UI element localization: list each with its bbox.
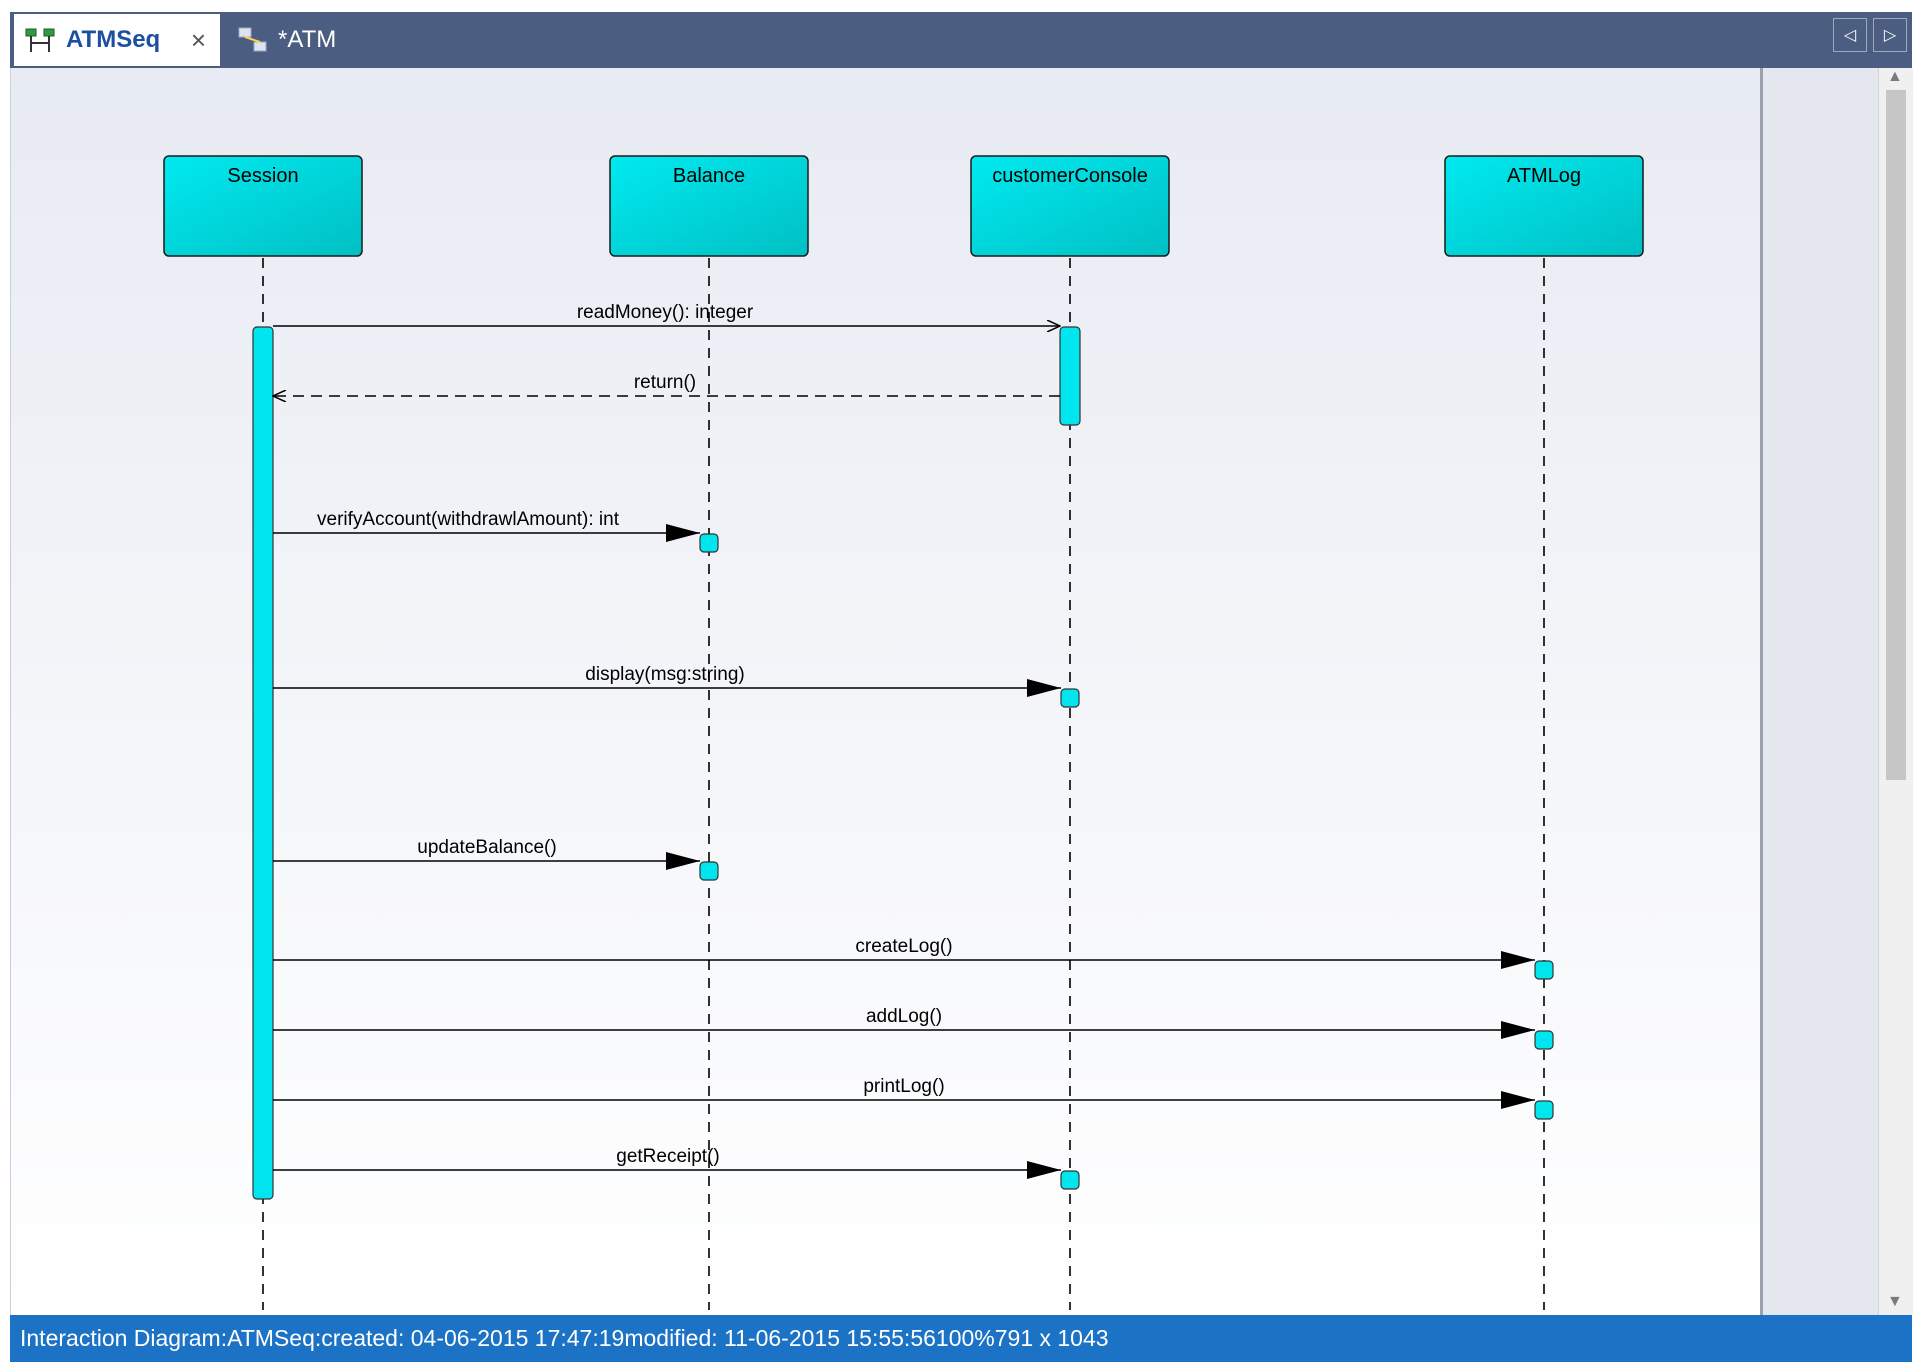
lifeline-session[interactable]: Session — [163, 155, 363, 257]
message-createlog[interactable]: createLog() — [273, 936, 1535, 969]
lifeline-label: customerConsole — [992, 165, 1148, 187]
activation-box[interactable] — [1534, 1100, 1554, 1120]
activation-box[interactable] — [1060, 688, 1080, 708]
status-modified: modified: 11-06-2015 15:55:56 — [624, 1325, 936, 1351]
message-getreceipt[interactable]: getReceipt() — [273, 1146, 1061, 1179]
activation-bar-customerconsole[interactable] — [1059, 326, 1081, 426]
lifeline-atmlog[interactable]: ATMLog — [1444, 155, 1644, 257]
activation-box[interactable] — [699, 861, 719, 881]
lifeline-label: ATMLog — [1507, 165, 1581, 187]
message-addlog[interactable]: addLog() — [273, 1006, 1535, 1039]
activation-bar-session[interactable] — [252, 326, 274, 1200]
message-readmoney[interactable]: readMoney(): integer — [273, 302, 1060, 326]
message-label: display(msg:string) — [585, 664, 744, 685]
message-label: readMoney(): integer — [577, 302, 754, 323]
message-label: verifyAccount(withdrawlAmount): int — [317, 509, 620, 530]
message-label: return() — [634, 372, 696, 393]
lifeline-label: Session — [227, 165, 298, 187]
status-size: 791 x 1043 — [994, 1325, 1109, 1351]
message-display[interactable]: display(msg:string) — [273, 664, 1061, 697]
message-label: printLog() — [863, 1076, 944, 1097]
message-updatebalance[interactable]: updateBalance() — [273, 837, 700, 870]
status-created: created: 04-06-2015 17:47:19 — [321, 1325, 625, 1351]
message-label: addLog() — [866, 1006, 942, 1027]
activation-box[interactable] — [1534, 960, 1554, 980]
message-label: getReceipt() — [616, 1146, 720, 1167]
message-label: updateBalance() — [417, 837, 556, 858]
status-diagram: Interaction Diagram:ATMSeq: — [20, 1325, 322, 1351]
activation-box[interactable] — [1534, 1030, 1554, 1050]
status-bar: Interaction Diagram:ATMSeq: created: 04-… — [10, 1315, 1912, 1362]
sequence-diagram: Session Balance customerConsole ATMLog r… — [163, 155, 1644, 1310]
message-return[interactable]: return() — [273, 372, 1060, 396]
lifeline-label: Balance — [673, 165, 745, 187]
lifeline-balance[interactable]: Balance — [609, 155, 809, 257]
status-zoom: 100% — [935, 1325, 995, 1351]
message-verifyaccount[interactable]: verifyAccount(withdrawlAmount): int — [273, 509, 700, 542]
activation-box[interactable] — [1060, 1170, 1080, 1190]
activation-box[interactable] — [699, 533, 719, 553]
message-label: createLog() — [855, 936, 952, 957]
lifeline-customerconsole[interactable]: customerConsole — [970, 155, 1170, 257]
message-printlog[interactable]: printLog() — [273, 1076, 1535, 1109]
